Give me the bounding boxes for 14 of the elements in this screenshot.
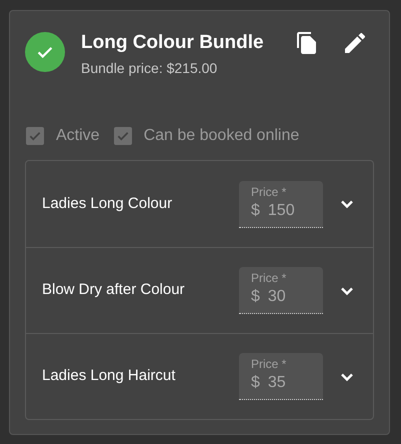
bundle-price: Bundle price: $215.00 — [81, 59, 218, 78]
service-name: Blow Dry after Colour — [42, 280, 185, 300]
chevron-icon — [340, 286, 354, 296]
copy-button[interactable] — [295, 31, 319, 55]
checkbox-label: Can be booked online — [144, 126, 300, 146]
service-name: Ladies Long Colour — [42, 194, 172, 214]
chevron-icon — [340, 199, 354, 209]
pencil-icon — [345, 33, 365, 53]
bundle-title: Long Colour Bundle — [81, 31, 264, 55]
checkbox-label: Active — [56, 126, 100, 146]
edit-button[interactable] — [343, 31, 367, 55]
service-name: Ladies Long Haircut — [42, 366, 176, 386]
copy-icon — [296, 31, 318, 55]
chevron-icon — [340, 372, 354, 382]
